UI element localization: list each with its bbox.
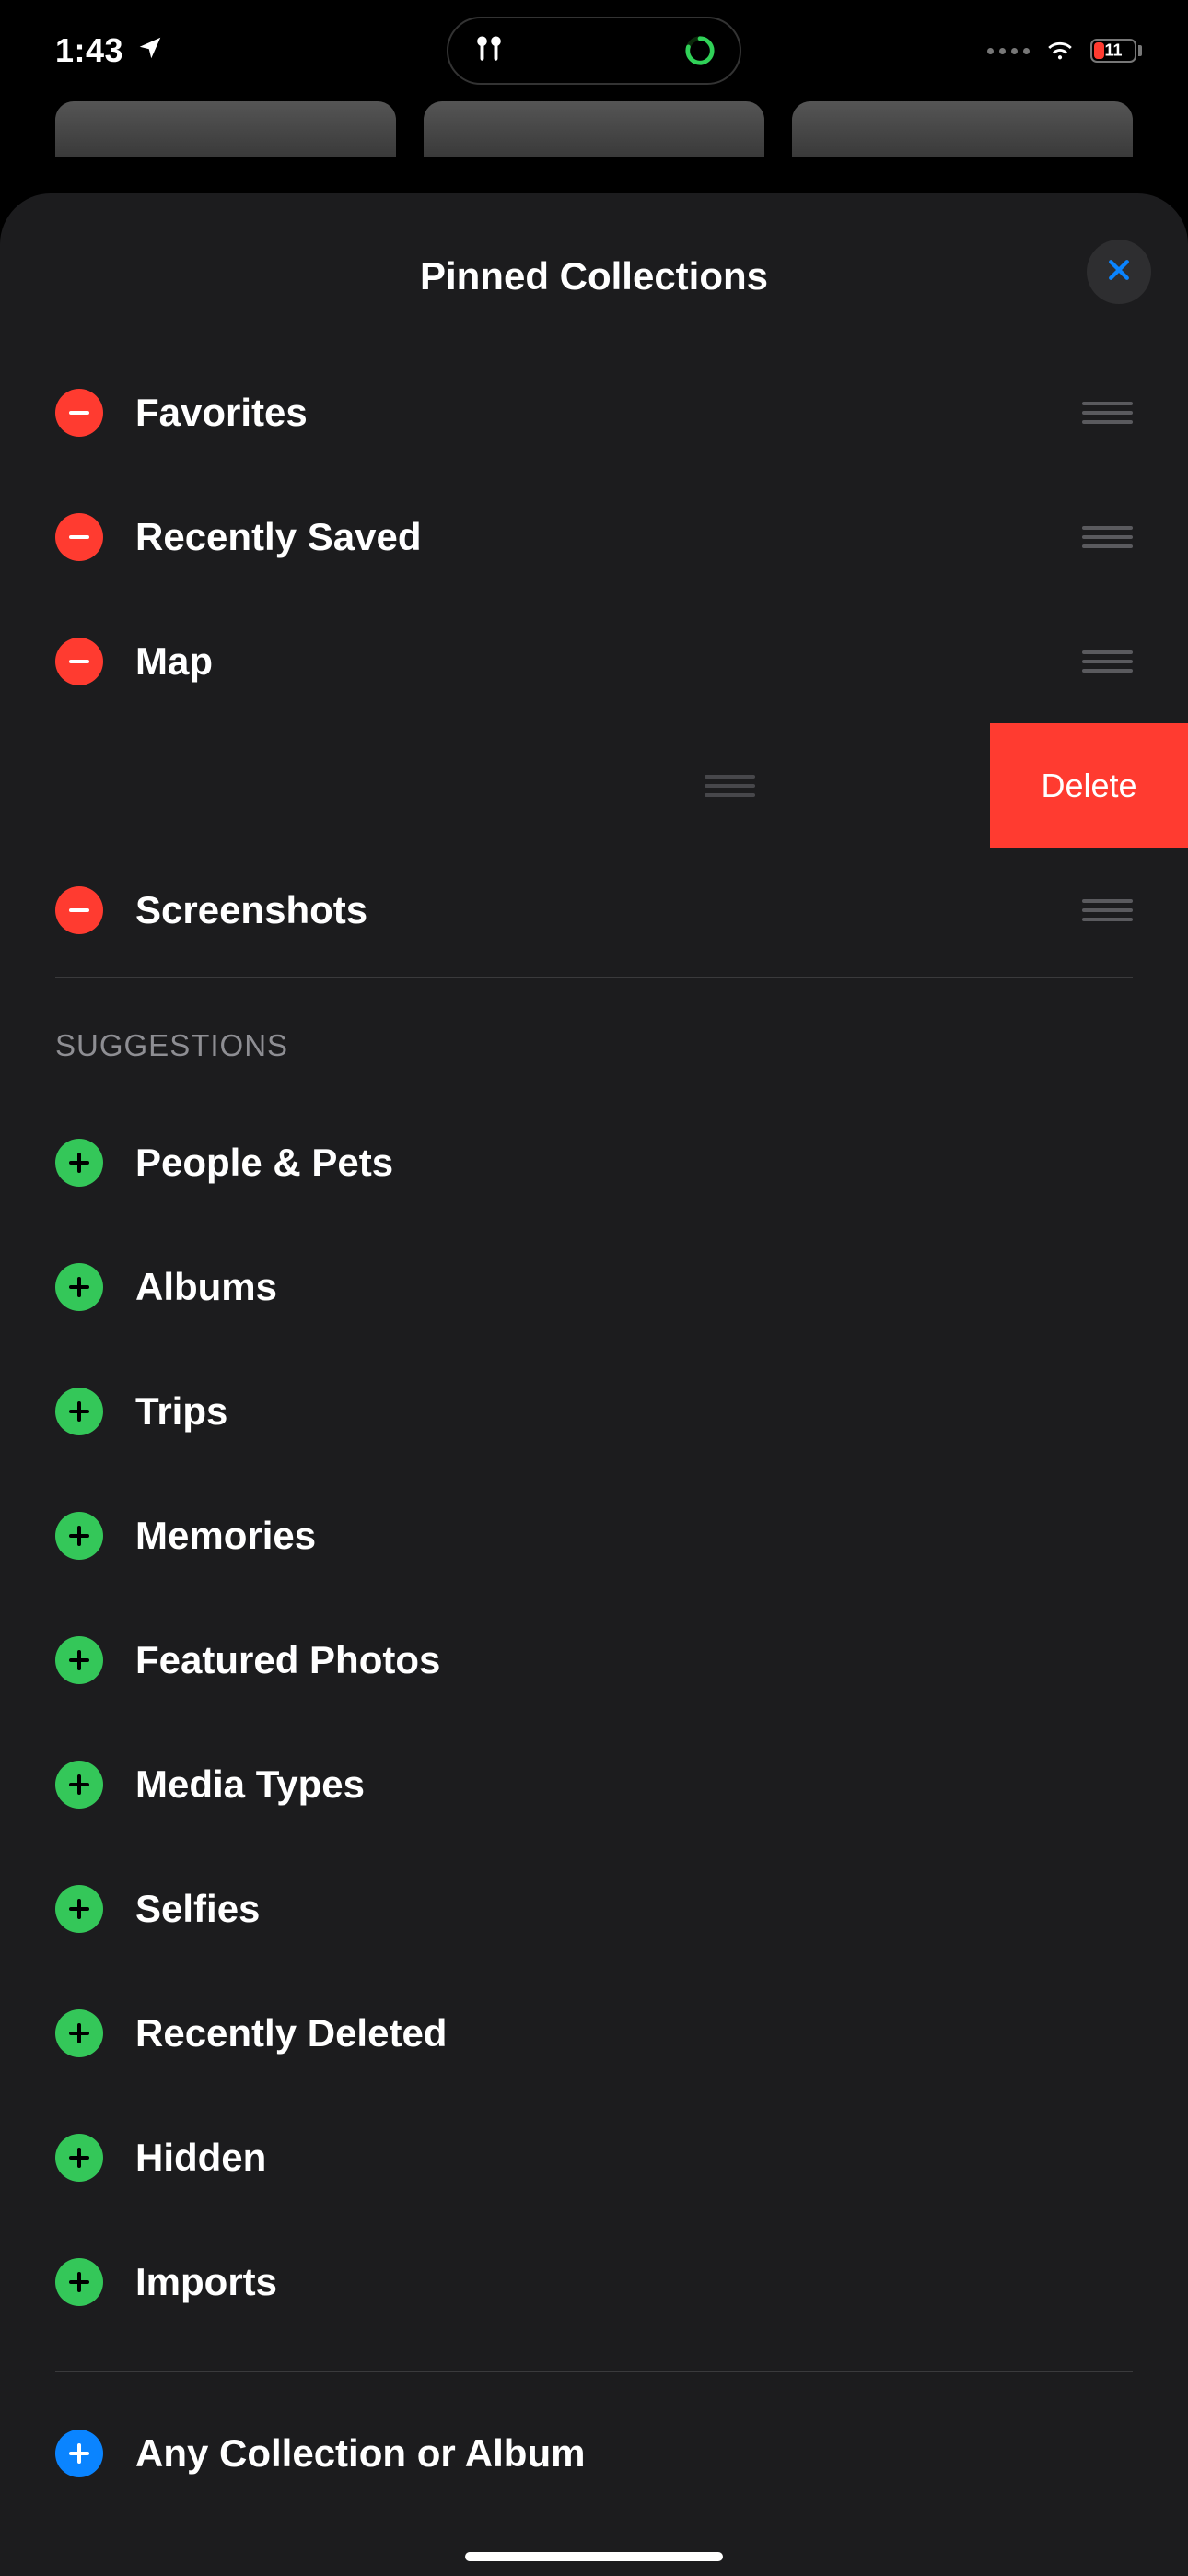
delete-button[interactable]: Delete bbox=[990, 723, 1188, 848]
add-button[interactable] bbox=[55, 1636, 103, 1684]
pinned-list: Favorites Recently Saved Map ideos bbox=[0, 350, 1188, 2515]
remove-button[interactable] bbox=[55, 638, 103, 685]
status-right: 11 bbox=[987, 33, 1142, 69]
row-label: Recently Deleted bbox=[135, 2011, 1133, 2055]
delete-label: Delete bbox=[1041, 767, 1136, 805]
airpods-icon bbox=[472, 32, 506, 70]
sheet-header: Pinned Collections bbox=[0, 230, 1188, 322]
drag-handle-icon[interactable] bbox=[705, 775, 755, 797]
pinned-row-map[interactable]: Map bbox=[0, 599, 1188, 723]
suggestion-row-imports[interactable]: Imports bbox=[0, 2219, 1188, 2344]
row-label: Screenshots bbox=[135, 888, 1082, 932]
activity-ring-icon bbox=[684, 35, 716, 66]
remove-button[interactable] bbox=[55, 513, 103, 561]
dynamic-island[interactable] bbox=[447, 17, 741, 85]
pinned-row-recently-saved[interactable]: Recently Saved bbox=[0, 474, 1188, 599]
suggestion-row-featured-photos[interactable]: Featured Photos bbox=[0, 1598, 1188, 1722]
status-time: 1:43 bbox=[55, 31, 123, 70]
row-label: Map bbox=[135, 639, 1082, 684]
add-button[interactable] bbox=[55, 1263, 103, 1311]
dynamic-island-wrapper bbox=[447, 17, 741, 85]
row-label: Featured Photos bbox=[135, 1638, 1133, 1682]
pinned-row-favorites[interactable]: Favorites bbox=[0, 350, 1188, 474]
drag-handle-icon[interactable] bbox=[1082, 526, 1133, 548]
suggestion-row-albums[interactable]: Albums bbox=[0, 1224, 1188, 1349]
drag-handle-icon[interactable] bbox=[1082, 899, 1133, 921]
suggestion-row-memories[interactable]: Memories bbox=[0, 1473, 1188, 1598]
row-label: Media Types bbox=[135, 1762, 1133, 1807]
remove-button[interactable] bbox=[55, 389, 103, 437]
section-divider bbox=[55, 2371, 1133, 2372]
row-label: Selfies bbox=[135, 1887, 1133, 1931]
row-label: People & Pets bbox=[135, 1141, 1133, 1185]
close-icon bbox=[1105, 256, 1133, 288]
pinned-collections-sheet: Pinned Collections Favorites Recently Sa… bbox=[0, 193, 1188, 2576]
add-button[interactable] bbox=[55, 1139, 103, 1187]
suggestions-header: SUGGESTIONS bbox=[0, 978, 1188, 1100]
remove-button[interactable] bbox=[55, 886, 103, 934]
add-button[interactable] bbox=[55, 1388, 103, 1435]
location-icon bbox=[136, 31, 164, 70]
suggestion-row-recently-deleted[interactable]: Recently Deleted bbox=[0, 1971, 1188, 2095]
add-button[interactable] bbox=[55, 2009, 103, 2057]
pinned-row-screenshots[interactable]: Screenshots bbox=[0, 848, 1188, 972]
add-button[interactable] bbox=[55, 1885, 103, 1933]
sheet-title: Pinned Collections bbox=[420, 254, 768, 299]
battery-indicator: 11 bbox=[1090, 39, 1142, 63]
close-button[interactable] bbox=[1087, 240, 1151, 304]
status-left: 1:43 bbox=[55, 31, 164, 70]
row-label: Any Collection or Album bbox=[135, 2431, 1133, 2476]
suggestion-row-people-pets[interactable]: People & Pets bbox=[0, 1100, 1188, 1224]
any-collection-row[interactable]: Any Collection or Album bbox=[0, 2391, 1188, 2515]
row-label: ideos bbox=[0, 764, 705, 808]
background-thumbnails bbox=[55, 101, 1133, 157]
row-label: Memories bbox=[135, 1514, 1133, 1558]
status-bar: 1:43 11 bbox=[0, 0, 1188, 101]
add-any-button[interactable] bbox=[55, 2430, 103, 2477]
add-button[interactable] bbox=[55, 1761, 103, 1809]
row-label: Albums bbox=[135, 1265, 1133, 1309]
battery-percentage: 11 bbox=[1104, 41, 1122, 61]
row-label: Favorites bbox=[135, 391, 1082, 435]
wifi-icon bbox=[1044, 33, 1076, 69]
row-label: Hidden bbox=[135, 2136, 1133, 2180]
row-label: Imports bbox=[135, 2260, 1133, 2304]
drag-handle-icon[interactable] bbox=[1082, 650, 1133, 673]
add-button[interactable] bbox=[55, 1512, 103, 1560]
pinned-row-videos[interactable]: ideos Delete bbox=[0, 723, 1188, 848]
row-label: Recently Saved bbox=[135, 515, 1082, 559]
drag-handle-icon[interactable] bbox=[1082, 402, 1133, 424]
suggestion-row-selfies[interactable]: Selfies bbox=[0, 1846, 1188, 1971]
add-button[interactable] bbox=[55, 2258, 103, 2306]
row-label: Trips bbox=[135, 1389, 1133, 1434]
suggestion-row-hidden[interactable]: Hidden bbox=[0, 2095, 1188, 2219]
page-dots-icon bbox=[987, 48, 1030, 54]
home-indicator[interactable] bbox=[465, 2552, 723, 2561]
add-button[interactable] bbox=[55, 2134, 103, 2182]
suggestion-row-media-types[interactable]: Media Types bbox=[0, 1722, 1188, 1846]
suggestion-row-trips[interactable]: Trips bbox=[0, 1349, 1188, 1473]
